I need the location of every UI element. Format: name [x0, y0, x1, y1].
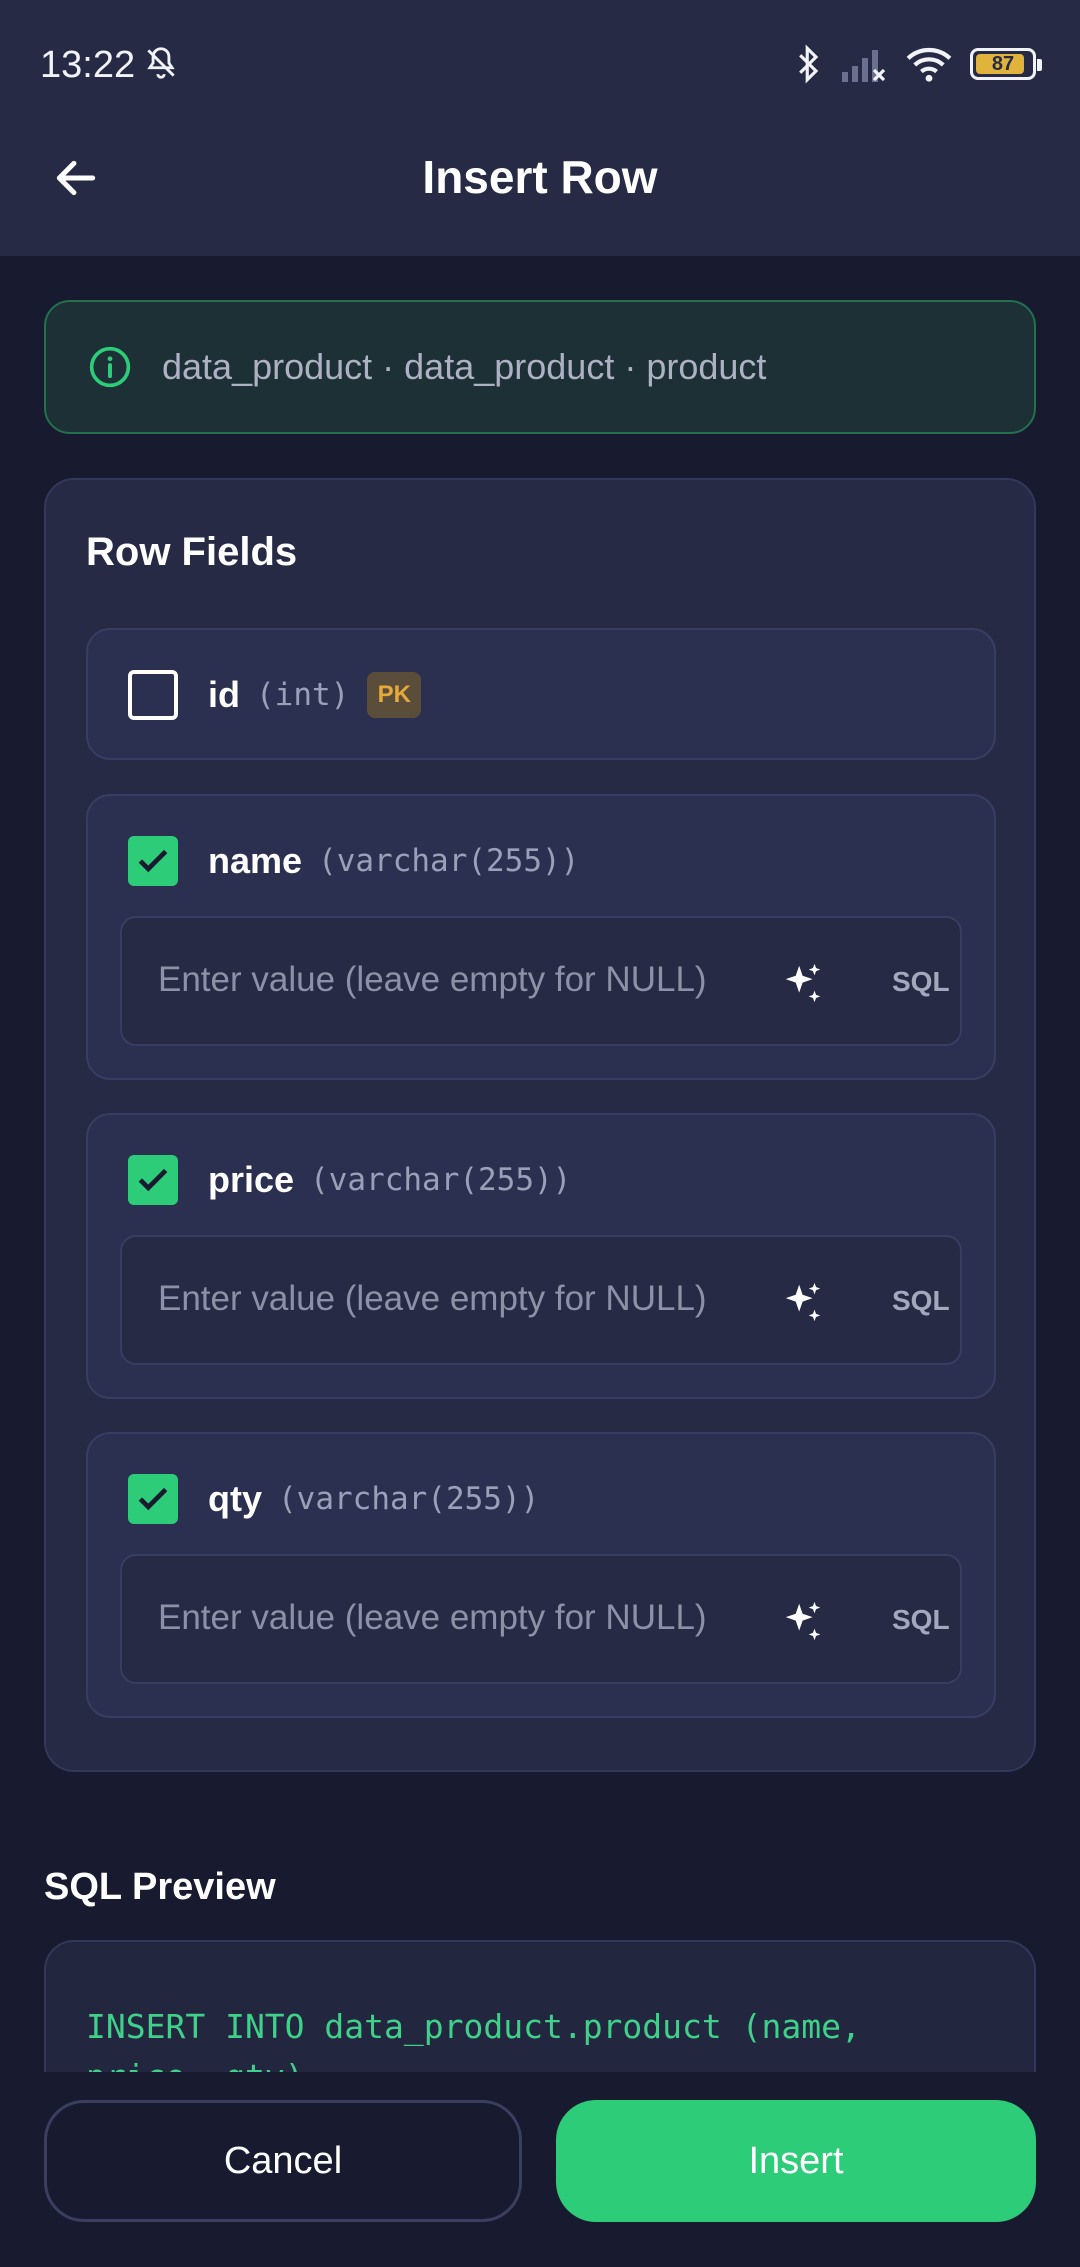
field-id: id (int) PK: [86, 628, 996, 760]
field-type: (int): [256, 677, 350, 713]
field-name: name (varchar(255)) Enter value (leave e…: [86, 794, 996, 1080]
qty-value-input[interactable]: Enter value (leave empty for NULL) SQL: [120, 1554, 962, 1684]
status-time: 13:22: [40, 44, 136, 86]
field-name-label: qty: [208, 1478, 262, 1519]
sql-preview-title: SQL Preview: [44, 1866, 276, 1908]
input-placeholder: Enter value (leave empty for NULL): [158, 1598, 707, 1637]
field-name-label: name: [208, 840, 303, 881]
wifi-icon: [906, 47, 952, 82]
field-name: id: [208, 674, 240, 715]
name-value-input[interactable]: Enter value (leave empty for NULL) SQL: [120, 916, 962, 1046]
cancel-button[interactable]: Cancel: [44, 2100, 522, 2222]
battery-icon: 87: [970, 48, 1042, 80]
banner-text: data_product · data_product · product: [162, 346, 767, 387]
sparkle-icon[interactable]: [780, 960, 826, 1006]
bell-off-icon: [147, 47, 175, 79]
field-type: (varchar(255)): [318, 843, 580, 879]
status-bar: 13:22 87: [0, 0, 1080, 130]
insert-button[interactable]: Insert: [556, 2100, 1036, 2222]
field-qty: qty (varchar(255)) Enter value (leave em…: [86, 1432, 996, 1718]
field-price-checkbox[interactable]: [128, 1155, 178, 1205]
signal-icon: [842, 50, 886, 82]
primary-key-badge: PK: [367, 672, 422, 718]
field-qty-checkbox[interactable]: [128, 1474, 178, 1524]
action-bar: Cancel Insert: [0, 2072, 1080, 2267]
input-placeholder: Enter value (leave empty for NULL): [158, 960, 707, 999]
row-fields-title: Row Fields: [86, 530, 298, 574]
field-id-checkbox[interactable]: [128, 670, 178, 720]
check-icon: [138, 1487, 168, 1511]
field-name-label: price: [208, 1159, 295, 1200]
info-banner: data_product · data_product · product: [44, 300, 1036, 434]
field-name-checkbox[interactable]: [128, 836, 178, 886]
input-placeholder: Enter value (leave empty for NULL): [158, 1279, 707, 1318]
sparkle-icon[interactable]: [780, 1279, 826, 1325]
info-icon: [89, 346, 131, 388]
check-icon: [138, 1168, 168, 1192]
bluetooth-icon: [799, 44, 819, 84]
page-title: Insert Row: [422, 151, 658, 203]
top-bar: 13:22 87 Insert Row: [0, 0, 1080, 256]
price-value-input[interactable]: Enter value (leave empty for NULL) SQL: [120, 1235, 962, 1365]
field-price: price (varchar(255)) Enter value (leave …: [86, 1113, 996, 1399]
sparkle-icon[interactable]: [780, 1598, 826, 1644]
sql-toggle-button[interactable]: SQL: [892, 966, 950, 998]
field-type: (varchar(255)): [310, 1162, 572, 1198]
sql-toggle-button[interactable]: SQL: [892, 1604, 950, 1636]
row-fields-card: Row Fields id (int) PK name (varchar(255…: [44, 478, 1036, 1772]
check-icon: [138, 849, 168, 873]
sql-toggle-button[interactable]: SQL: [892, 1285, 950, 1317]
battery-percent: 87: [991, 52, 1015, 75]
field-type: (varchar(255)): [278, 1481, 540, 1517]
